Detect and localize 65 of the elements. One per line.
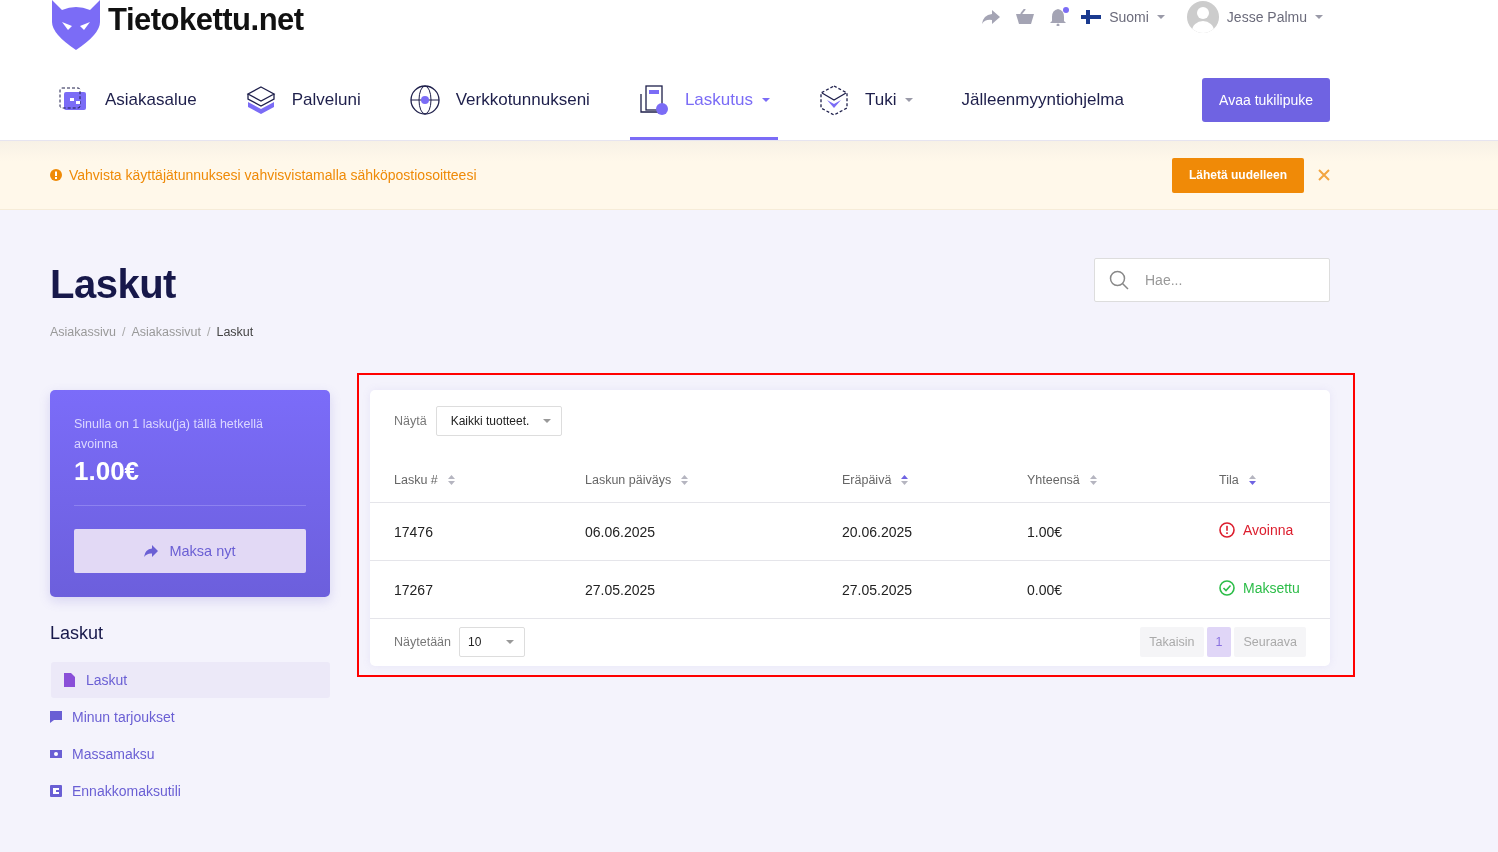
alert-circle-icon [1219,522,1235,538]
brand-name: Tietokettu.net [108,2,304,38]
invoice-coin-icon [637,83,670,116]
caret-icon [506,640,514,644]
caret-icon [761,97,770,102]
table-cell: 27.05.2025 [561,560,818,619]
table-cell: 1.00€ [1003,502,1195,561]
bell-icon[interactable] [1049,8,1068,26]
filter-label: Näytä [394,414,427,428]
sidebar-item[interactable]: Minun tarjoukset [50,699,330,735]
table-cell: 20.06.2025 [818,502,1003,561]
summary-amount: 1.00€ [74,456,306,506]
search-icon [1109,270,1129,290]
caret-icon [1156,15,1165,19]
nav-tab[interactable]: Jälleenmyyntiohjelma [953,62,1132,140]
table-cell: 17267 [370,560,561,619]
share-arrow-icon[interactable] [981,9,1002,25]
nav-tab[interactable]: Verkkotunnukseni [400,62,598,140]
table-cell: 0.00€ [1003,560,1195,619]
breadcrumb-separator: / [122,325,126,339]
breadcrumb-current: Laskut [216,325,254,339]
caret-icon [1315,15,1323,19]
column-header[interactable]: Tila [1195,458,1330,503]
warning-icon [50,169,62,181]
column-header[interactable]: Yhteensä [1003,458,1195,503]
sidebar-item[interactable]: Ennakkomaksutili [50,773,330,809]
nav-tab[interactable]: Asiakasalue [50,62,205,140]
document-icon [63,673,75,687]
table-cell: 17476 [370,502,561,561]
table-cell: 27.05.2025 [818,560,1003,619]
open-ticket-button[interactable]: Avaa tukilipuke [1202,77,1330,122]
basket-icon[interactable] [1015,9,1036,25]
breadcrumb-separator: / [206,325,211,339]
alert-message: Vahvista käyttäjätunnuksesi vahvisvistamalla sähköpostiosoitteesi [69,167,477,183]
nav-tab[interactable]: Palveluni [236,62,369,140]
status-label: Maksettu [1219,580,1300,596]
flag-icon [1081,10,1102,24]
globe-icon [408,83,441,116]
column-header[interactable]: Eräpäivä [818,458,1003,503]
speech-bubble-icon [50,710,62,724]
caret-icon [905,97,914,102]
product-filter-dropdown[interactable]: Kaikki tuotteet. [435,406,563,436]
close-icon[interactable] [1318,169,1330,181]
table-cell: 06.06.2025 [561,502,818,561]
column-header[interactable]: Lasku # [370,458,561,503]
status-label: Avoinna [1219,522,1294,538]
search-field[interactable]: Hae... [1094,258,1330,302]
sidebar-item[interactable]: Massamaksu [50,736,330,772]
language-selector[interactable]: Suomi [1081,9,1165,25]
dashed-cube-icon [817,83,850,116]
page-size-label: Näytetään [394,635,451,649]
page-title: Laskut [50,262,177,307]
nav-tab[interactable]: Tuki [809,62,922,140]
banknote-icon [50,747,62,761]
sidebar-item[interactable]: Laskut [51,662,330,698]
wallet-icon [50,784,62,798]
pay-now-button[interactable]: Maksa nyt [74,529,306,573]
notification-dot [1063,7,1070,13]
column-header[interactable]: Laskun päiväys [561,458,818,503]
caret-icon [543,419,552,423]
check-circle-icon [1219,580,1235,596]
share-arrow-icon [144,545,159,557]
summary-text: Sinulla on 1 lasku(ja) tällä hetkellä avoinna [74,416,264,453]
section-title: Laskut [50,623,105,644]
page-size-dropdown[interactable]: 10 [459,627,525,657]
